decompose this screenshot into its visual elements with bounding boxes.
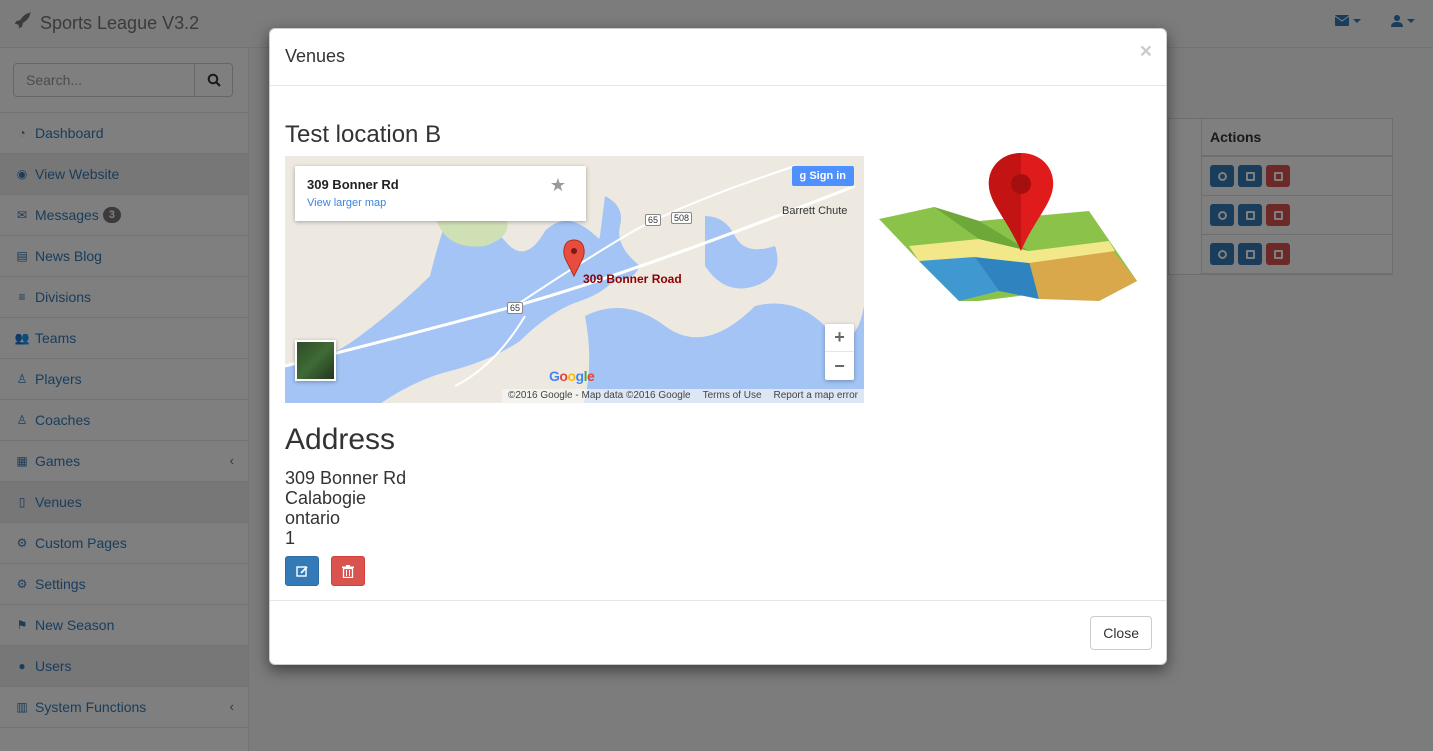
address-heading: Address [285, 423, 396, 456]
edit-icon [295, 565, 308, 577]
road-508-badge: 508 [671, 212, 693, 224]
zoom-control: + − [825, 324, 854, 380]
map-marker-label: 309 Bonner Road [583, 272, 682, 286]
map-card-address: 309 Bonner Rd [307, 177, 399, 192]
terms-of-use-link[interactable]: Terms of Use [703, 390, 762, 403]
close-button[interactable]: Close [1090, 616, 1152, 650]
google-logo: Google [549, 368, 595, 384]
edit-venue-button[interactable] [285, 556, 319, 586]
embedded-map[interactable]: 65 508 65 309 Bonner Rd View larger map … [285, 156, 864, 403]
venue-name: Test location B [285, 121, 442, 148]
map-footer: ©2016 Google - Map data ©2016 Google Ter… [501, 389, 864, 403]
zoom-out-button[interactable]: − [825, 352, 854, 380]
address-city: Calabogie [285, 488, 367, 508]
map-copyright: ©2016 Google - Map data ©2016 Google [507, 390, 691, 401]
road-65-badge-2: 65 [507, 302, 524, 314]
venue-modal: Venues × Test location B 65 508 65 309 B… [269, 28, 1167, 665]
delete-venue-button[interactable] [331, 556, 365, 586]
address-block: 309 Bonner Rd Calabogie ontario 1 [285, 468, 406, 548]
view-larger-map-link[interactable]: View larger map [307, 197, 574, 209]
star-icon[interactable]: ★ [550, 175, 566, 196]
address-street: 309 Bonner Rd [285, 468, 407, 488]
sign-in-label: Sign in [809, 170, 846, 182]
map-info-card: 309 Bonner Rd View larger map ★ [295, 166, 586, 221]
address-postal: 1 [285, 528, 296, 548]
modal-header: Venues × [270, 29, 1166, 86]
trash-icon [342, 564, 354, 578]
close-icon[interactable]: × [1140, 41, 1152, 62]
map-pin-illustration-icon [879, 153, 1137, 301]
zoom-in-button[interactable]: + [825, 324, 854, 352]
google-g-icon: g [799, 170, 807, 182]
map-place-label: Barrett Chute [782, 205, 848, 217]
report-map-error-link[interactable]: Report a map error [774, 390, 858, 403]
modal-footer: Close [270, 600, 1166, 664]
modal-title: Venues [285, 46, 346, 66]
address-province: ontario [285, 508, 341, 528]
google-sign-in-button[interactable]: g Sign in [791, 166, 854, 186]
modal-body: Test location B 65 508 65 309 Bonner Rd … [270, 86, 1166, 601]
satellite-toggle[interactable] [295, 340, 336, 381]
road-65-badge: 65 [645, 214, 662, 226]
